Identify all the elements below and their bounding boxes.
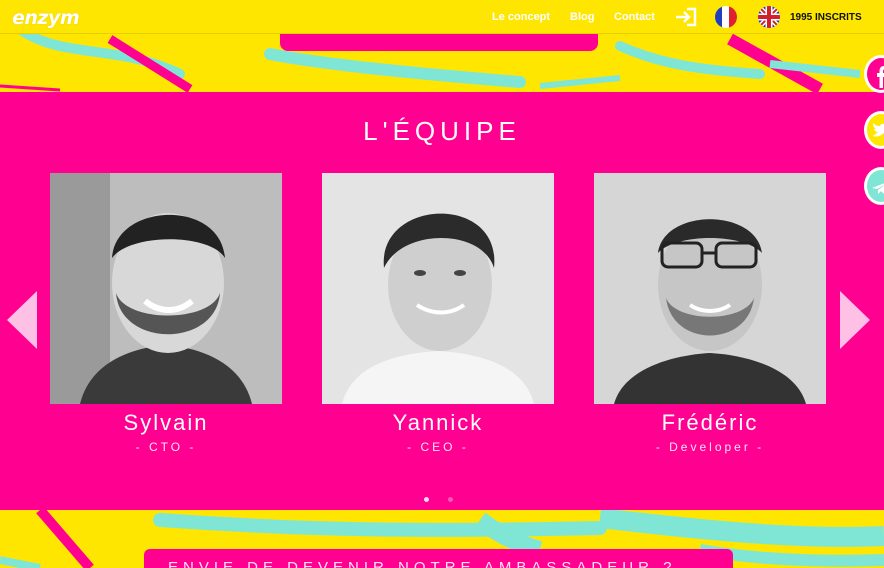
member-photo-frederic xyxy=(594,173,826,404)
team-section: L'ÉQUIPE Sylvain - CTO - Yannick - CEO -… xyxy=(0,92,884,510)
team-member-card: Frédéric - Developer - xyxy=(594,173,826,454)
member-role: - CTO - xyxy=(135,440,197,454)
inscrits-count: 1995 INSCRITS xyxy=(790,12,862,23)
uk-flag-icon[interactable] xyxy=(758,6,780,28)
member-role: - Developer - xyxy=(655,440,765,454)
member-photo-sylvain xyxy=(50,173,282,404)
member-name: Sylvain xyxy=(123,410,209,435)
nav-link-concept[interactable]: Le concept xyxy=(492,11,550,23)
enzym-logo[interactable]: enzym xyxy=(12,7,80,29)
login-icon[interactable] xyxy=(675,7,697,27)
france-flag-icon[interactable] xyxy=(715,6,737,28)
carousel-dot-active[interactable] xyxy=(424,497,429,502)
chevron-right-icon[interactable] xyxy=(840,291,870,349)
team-member-card: Yannick - CEO - xyxy=(322,173,554,454)
carousel-dot[interactable] xyxy=(448,497,453,502)
team-title: L'ÉQUIPE xyxy=(363,116,521,146)
nav-link-contact[interactable]: Contact xyxy=(614,11,655,23)
ambassador-button[interactable]: ENVIE DE DEVENIR NOTRE AMBASSADEUR ? xyxy=(144,549,733,568)
chevron-left-icon[interactable] xyxy=(7,291,37,349)
ambassador-button-label: ENVIE DE DEVENIR NOTRE AMBASSADEUR ? xyxy=(168,559,677,568)
top-banner-button[interactable] xyxy=(280,34,598,51)
nav-link-blog[interactable]: Blog xyxy=(570,11,594,23)
member-name: Yannick xyxy=(392,410,484,435)
member-name: Frédéric xyxy=(661,410,759,435)
member-role: - CEO - xyxy=(407,440,469,454)
member-photo-yannick xyxy=(322,173,554,404)
team-member-card: Sylvain - CTO - xyxy=(50,173,282,454)
top-navigation-bar: enzym Le concept Blog Contact 1995 INSCR… xyxy=(0,0,884,34)
